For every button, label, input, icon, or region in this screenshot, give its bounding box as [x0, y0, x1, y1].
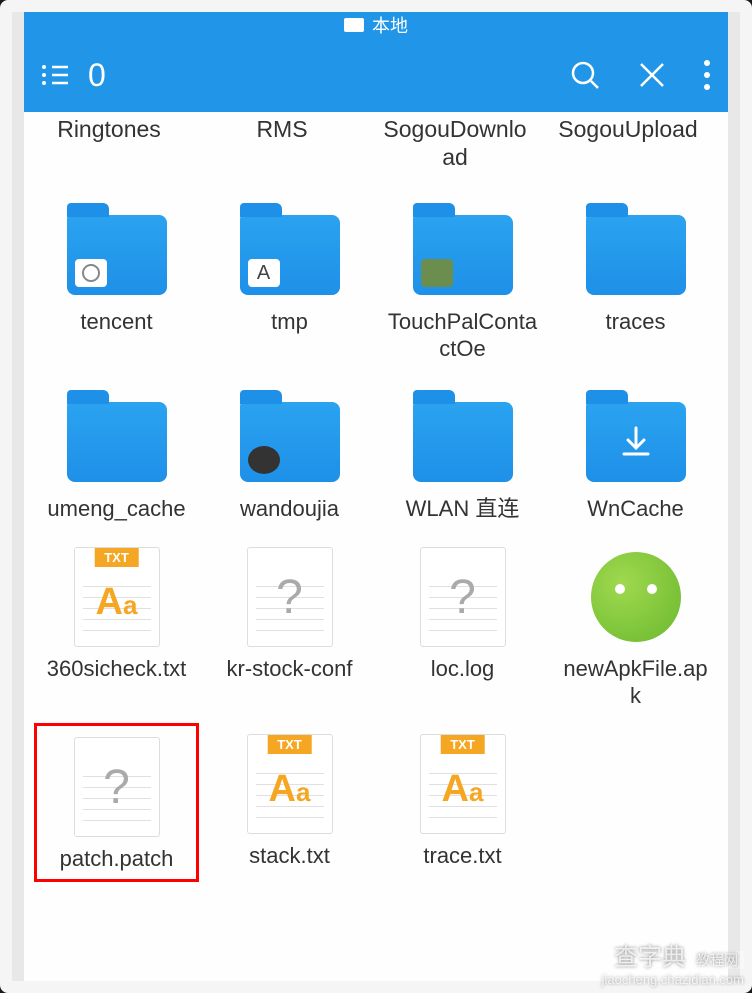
file-item[interactable]: ? kr-stock-conf: [207, 536, 372, 715]
file-item[interactable]: traces: [553, 189, 718, 368]
folder-icon: [62, 195, 172, 305]
file-item[interactable]: TXTAa stack.txt: [207, 723, 372, 881]
file-item[interactable]: newApkFile.apk: [553, 536, 718, 715]
file-grid: tencent Atmp TouchPalContactOe traces umeng_…: [24, 181, 728, 889]
txt-icon: TXTAa: [62, 542, 172, 652]
sd-card-icon: [344, 18, 364, 32]
folder-icon: [408, 382, 518, 492]
folder-icon: [235, 382, 345, 492]
unknown-icon: ?: [408, 542, 518, 652]
file-label: kr-stock-conf: [227, 656, 353, 682]
folder-icon: [581, 195, 691, 305]
folder-icon: [62, 382, 172, 492]
more-menu-icon[interactable]: [704, 60, 710, 90]
file-item[interactable]: TouchPalContactOe: [380, 189, 545, 368]
unknown-icon: ?: [235, 542, 345, 652]
file-label: newApkFile.apk: [561, 656, 711, 709]
folder-icon: [581, 382, 691, 492]
file-item[interactable]: ? patch.patch: [34, 723, 199, 881]
file-item[interactable]: tencent: [34, 189, 199, 368]
search-icon[interactable]: [570, 60, 600, 90]
file-label: trace.txt: [423, 843, 501, 869]
list-view-icon[interactable]: [42, 64, 70, 86]
folder-label[interactable]: SogouUpload: [553, 116, 703, 171]
folder-label[interactable]: Ringtones: [34, 116, 184, 171]
file-item[interactable]: umeng_cache: [34, 376, 199, 528]
file-item[interactable]: Atmp: [207, 189, 372, 368]
top-folder-labels: Ringtones RMS SogouDownload SogouUpload: [24, 112, 728, 181]
folder-icon: A: [235, 195, 345, 305]
file-item[interactable]: wandoujia: [207, 376, 372, 528]
file-label: umeng_cache: [47, 496, 185, 522]
file-label: 360sicheck.txt: [47, 656, 186, 682]
file-label: wandoujia: [240, 496, 339, 522]
txt-icon: TXTAa: [408, 729, 518, 839]
folder-icon: [408, 195, 518, 305]
selection-count: 0: [88, 57, 106, 94]
status-bar: 本地: [24, 12, 728, 38]
location-label: 本地: [372, 12, 408, 38]
folder-label[interactable]: SogouDownload: [380, 116, 530, 171]
file-item[interactable]: TXTAa 360sicheck.txt: [34, 536, 199, 715]
file-item[interactable]: WLAN 直连: [380, 376, 545, 528]
file-label: tencent: [80, 309, 152, 335]
watermark: 查字典教程网 jiaocheng.chazidian.com: [602, 937, 744, 987]
apk-icon: [581, 542, 691, 652]
close-icon[interactable]: [638, 61, 666, 89]
file-label: patch.patch: [60, 846, 174, 872]
toolbar: 0: [24, 38, 728, 112]
unknown-icon: ?: [62, 732, 172, 842]
file-label: traces: [606, 309, 666, 335]
txt-icon: TXTAa: [235, 729, 345, 839]
file-label: stack.txt: [249, 843, 330, 869]
file-item[interactable]: WnCache: [553, 376, 718, 528]
file-item[interactable]: ? loc.log: [380, 536, 545, 715]
folder-label[interactable]: RMS: [207, 116, 357, 171]
file-label: WnCache: [587, 496, 684, 522]
file-label: loc.log: [431, 656, 495, 682]
file-item[interactable]: TXTAa trace.txt: [380, 723, 545, 881]
file-label: WLAN 直连: [406, 496, 520, 522]
file-label: TouchPalContactOe: [388, 309, 538, 362]
file-label: tmp: [271, 309, 308, 335]
